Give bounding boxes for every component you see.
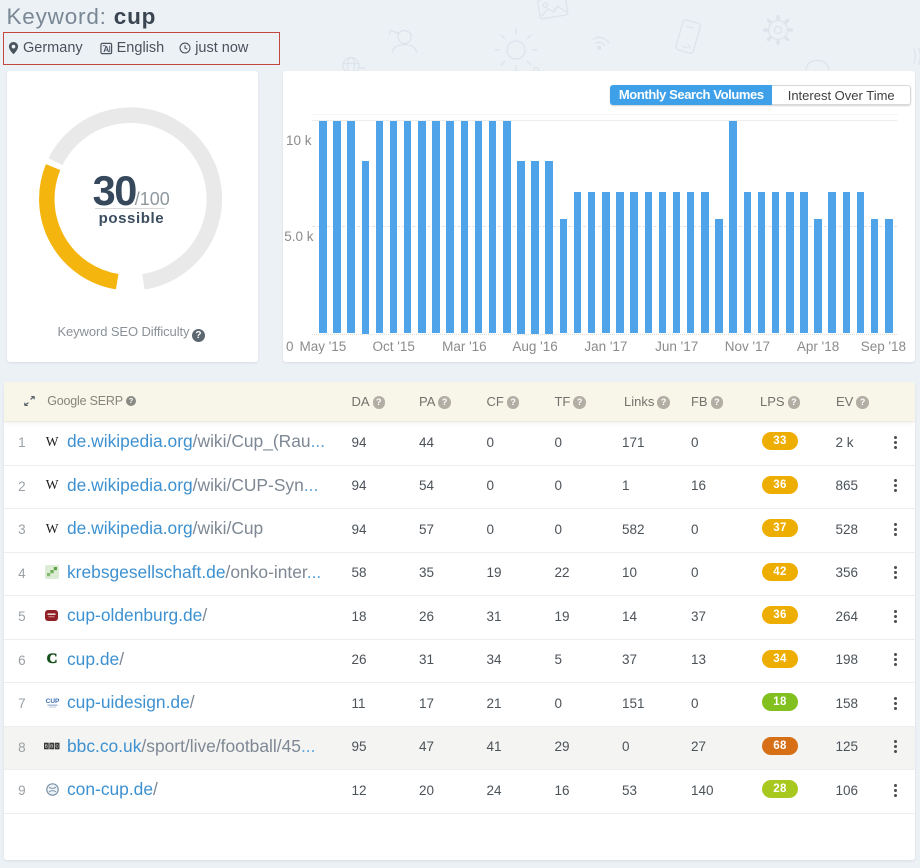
svg-text:B: B — [45, 744, 48, 749]
svg-text:CUP: CUP — [45, 698, 59, 705]
svg-text:B: B — [50, 744, 53, 749]
